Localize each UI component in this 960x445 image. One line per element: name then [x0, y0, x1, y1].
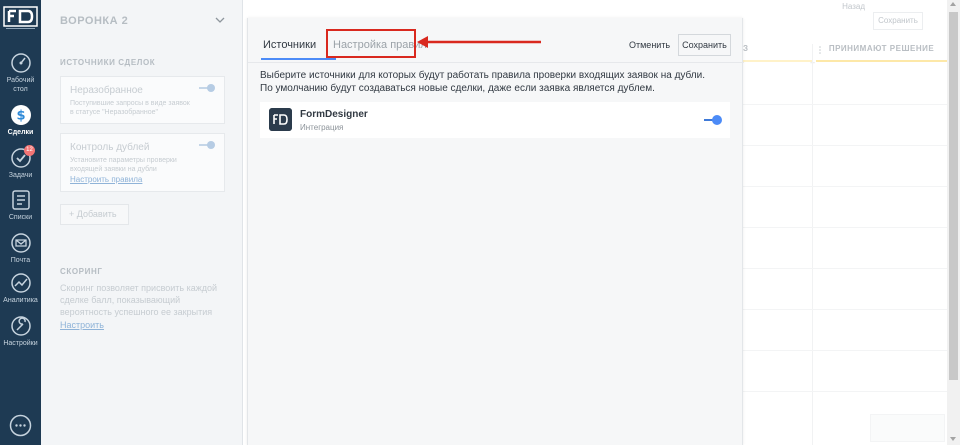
row-divider — [743, 186, 947, 187]
tasks-badge: 12 — [24, 145, 35, 156]
deals-icon: $ — [10, 105, 31, 125]
row-divider — [743, 227, 947, 228]
unsorted-title: Неразобранное — [70, 85, 143, 96]
analytics-icon — [10, 273, 31, 293]
corner-widget — [870, 414, 945, 442]
configure-rules-link[interactable]: Настроить правила — [70, 175, 142, 184]
column-header-deciding[interactable]: ПРИНИМАЮТ РЕШЕНИЕ — [816, 44, 947, 53]
lists-icon — [11, 190, 30, 210]
nav-item-settings[interactable]: Настройки — [0, 315, 41, 348]
pipeline-title[interactable]: ВОРОНКА 2 — [60, 15, 128, 27]
tab-sources[interactable]: Источники — [263, 39, 316, 51]
annotation-arrow-icon — [417, 36, 541, 48]
row-divider — [743, 104, 947, 105]
row-divider — [743, 309, 947, 310]
chat-icon[interactable] — [9, 414, 32, 437]
highlight-box — [326, 29, 416, 58]
save-button[interactable]: Сохранить — [678, 34, 731, 56]
nav-item-tasks[interactable]: Задачи — [0, 147, 41, 180]
plus-icon: + — [69, 209, 77, 219]
nav-item-mail[interactable]: Почта — [0, 232, 41, 265]
board-save-button[interactable]: Сохранить — [873, 12, 923, 30]
main-nav: Рабочий стол $ Сделки Задачи 12 Списки П… — [0, 0, 41, 445]
settings-icon — [10, 316, 31, 336]
source-name: FormDesigner — [300, 109, 368, 120]
nav-item-analytics[interactable]: Аналитика — [0, 272, 41, 305]
description-line-2: По умолчанию будут создаваться новые сде… — [260, 82, 655, 94]
row-divider — [743, 350, 947, 351]
column-color-line-left — [743, 60, 812, 62]
dashboard-icon — [10, 53, 31, 73]
fd-logo-icon[interactable] — [3, 6, 38, 32]
modal-tabs: Источники Настройка правил Отменить Сохр… — [248, 18, 744, 63]
source-type: Интеграция — [300, 123, 344, 132]
unsorted-toggle[interactable] — [199, 84, 215, 92]
mail-icon — [10, 233, 31, 253]
duplicates-card[interactable]: Контроль дублей Установите параметры про… — [60, 133, 225, 192]
nav-label-settings: Настройки — [3, 340, 38, 347]
description-line-1: Выберите источники для которых будут раб… — [260, 70, 705, 81]
duplicates-title: Контроль дублей — [70, 142, 150, 153]
page-scrollbar[interactable] — [947, 0, 960, 445]
nav-item-deals[interactable]: $ Сделки — [0, 104, 41, 137]
scroll-up-icon[interactable] — [950, 2, 956, 6]
row-divider — [743, 391, 947, 392]
svg-text:$: $ — [16, 109, 25, 124]
formdesigner-logo-icon — [269, 108, 292, 131]
active-tab-underline — [261, 58, 336, 60]
source-row[interactable]: FormDesigner Интеграция — [260, 102, 730, 138]
cancel-button[interactable]: Отменить — [629, 40, 670, 50]
unsorted-desc: Поступившие запросы в виде заявок в стат… — [70, 100, 190, 116]
unsorted-card[interactable]: Неразобранное Поступившие запросы в виде… — [60, 76, 225, 124]
nav-label-lists: Списки — [8, 214, 33, 221]
nav-label-tasks: Задачи — [8, 172, 33, 179]
nav-item-lists[interactable]: Списки — [0, 189, 41, 222]
scroll-thumb[interactable] — [949, 12, 958, 380]
scroll-down-icon[interactable] — [950, 437, 956, 441]
nav-label-mail: Почта — [10, 257, 31, 264]
row-divider — [743, 145, 947, 146]
scoring-configure-link[interactable]: Настроить — [60, 320, 104, 330]
nav-label-analytics: Аналитика — [3, 297, 38, 304]
duplicates-toggle[interactable] — [199, 141, 215, 149]
add-source-button[interactable]: + Добавить — [60, 204, 129, 225]
nav-label-deals: Сделки — [7, 129, 34, 136]
chevron-down-icon[interactable] — [214, 14, 226, 26]
duplicates-desc: Установите параметры проверки входящей з… — [70, 157, 177, 173]
nav-label-dashboard: Рабочий стол — [6, 77, 35, 93]
nav-item-dashboard[interactable]: Рабочий стол — [0, 52, 41, 94]
back-button[interactable]: Назад — [842, 2, 865, 11]
row-divider — [743, 268, 947, 269]
add-source-label: Добавить — [76, 209, 117, 219]
column-color-line-right — [816, 60, 947, 62]
modal-description: Выберите источники для которых будут раб… — [260, 70, 730, 95]
source-toggle[interactable] — [704, 115, 722, 125]
pipeline-settings-panel: ВОРОНКА 2 ИСТОЧНИКИ СДЕЛОК Неразобранное… — [41, 0, 243, 445]
scoring-heading: СКОРИНГ — [60, 267, 103, 276]
deal-sources-heading: ИСТОЧНИКИ СДЕЛОК — [60, 58, 156, 67]
scoring-description: Скоринг позволяет присвоить каждой сделк… — [60, 283, 218, 317]
duplicate-control-modal: Источники Настройка правил Отменить Сохр… — [247, 18, 744, 445]
